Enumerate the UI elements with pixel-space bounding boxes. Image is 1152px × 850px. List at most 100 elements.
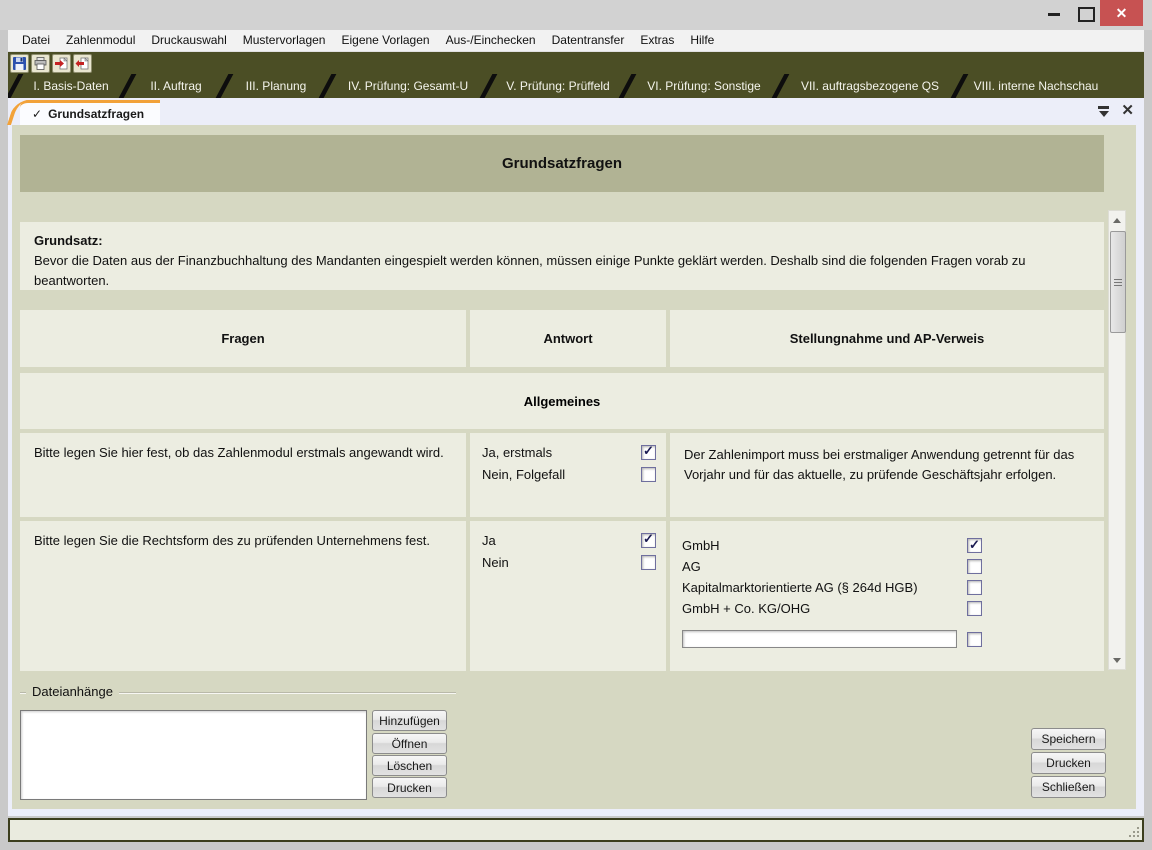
menu-druckauswahl[interactable]: Druckauswahl [143,30,234,51]
tab-separator [621,74,634,98]
checkout-document-icon [75,56,90,71]
tab-separator [953,74,966,98]
option-ag-checkbox[interactable] [967,559,982,574]
answer-label: Ja [482,533,496,548]
attachments-listbox[interactable] [20,710,367,800]
answer-label: Nein, Folgefall [482,467,565,482]
tab-separator [218,74,231,98]
option-label: GmbH [682,538,720,553]
option-kapitalmarkt-ag-checkbox[interactable] [967,580,982,595]
close-button[interactable]: ✕ [1100,0,1143,26]
custom-option-line [682,630,982,648]
minimize-button[interactable] [1040,2,1068,26]
option-gmbh-co-kg-checkbox[interactable] [967,601,982,616]
tab-list-dropdown-icon[interactable] [1098,106,1109,117]
toolbar [8,52,1144,74]
maximize-icon [1078,7,1095,22]
checkin-button[interactable] [52,54,71,73]
option-label: AG [682,559,701,574]
tab-separator [482,74,495,98]
tab-auftragsbezogene-qs[interactable]: VII. auftragsbezogene QS [787,74,953,98]
scroll-up-icon[interactable] [1109,212,1125,228]
intro-text: Bevor die Daten aus der Finanzbuchhaltun… [34,253,1026,288]
attachment-print-button[interactable]: Drucken [372,777,447,798]
custom-legal-form-checkbox[interactable] [967,632,982,647]
row2-options: GmbH AG Kapitalmarktorientierte AG (§ 26… [670,521,1104,671]
print-icon [33,56,48,71]
section-title-allgemeines: Allgemeines [20,373,1104,429]
content-area: Grundsatzfragen Grundsatz: Bevor die Dat… [12,125,1136,809]
custom-legal-form-input[interactable] [682,630,957,648]
option-gmbh-checkbox[interactable] [967,538,982,553]
tab-pruefung-sonstige[interactable]: VI. Prüfung: Sonstige [634,74,774,98]
row1-note: Der Zahlenimport muss bei erstmaliger An… [670,433,1104,517]
vertical-scrollbar[interactable] [1108,210,1126,670]
option-line: GmbH + Co. KG/OHG [682,598,982,619]
document-panel: ✓ Grundsatzfragen ✕ Grundsatzfragen Grun… [8,98,1144,816]
row1-answer-ja-checkbox[interactable] [641,445,656,460]
menu-hilfe[interactable]: Hilfe [682,30,722,51]
maximize-button[interactable] [1072,2,1100,26]
row2-answer-ja-checkbox[interactable] [641,533,656,548]
intro-box: Grundsatz: Bevor die Daten aus der Finan… [20,222,1104,290]
option-label: Kapitalmarktorientierte AG (§ 264d HGB) [682,580,918,595]
row1-answer-nein-checkbox[interactable] [641,467,656,482]
tab-pruefung-prueffeld[interactable]: V. Prüfung: Prüffeld [495,74,621,98]
save-button[interactable] [10,54,29,73]
tab-separator [8,74,21,98]
row1-question: Bitte legen Sie hier fest, ob das Zahlen… [20,433,466,517]
attachment-open-button[interactable]: Öffnen [372,733,447,754]
column-header-fragen: Fragen [20,310,466,367]
tab-pruefung-gesamt-u[interactable]: IV. Prüfung: Gesamt-U [334,74,482,98]
option-label: GmbH + Co. KG/OHG [682,601,810,616]
answer-label: Ja, erstmals [482,445,552,460]
answer-line: Nein, Folgefall [482,463,656,485]
option-line: Kapitalmarktorientierte AG (§ 264d HGB) [682,577,982,598]
row1-answers: Ja, erstmals Nein, Folgefall [470,433,666,517]
panel-close-icon[interactable]: ✕ [1121,103,1134,119]
subtab-grundsatzfragen[interactable]: ✓ Grundsatzfragen [20,100,160,125]
save-icon [12,56,27,71]
main-tab-bar: I. Basis-Daten II. Auftrag III. Planung … [8,74,1144,98]
menu-zahlenmodul[interactable]: Zahlenmodul [58,30,143,51]
close-document-button[interactable]: Schließen [1031,776,1106,798]
scrollbar-thumb[interactable] [1110,231,1126,333]
tab-auftrag[interactable]: II. Auftrag [134,74,218,98]
tab-basis-daten[interactable]: I. Basis-Daten [21,74,121,98]
menu-eigene-vorlagen[interactable]: Eigene Vorlagen [333,30,437,51]
scroll-down-icon[interactable] [1109,652,1125,668]
intro-heading: Grundsatz: [34,231,1090,251]
close-icon: ✕ [1116,5,1128,22]
tab-interne-nachschau[interactable]: VIII. interne Nachschau [966,74,1106,98]
legal-form-options: GmbH AG Kapitalmarktorientierte AG (§ 26… [670,521,1104,648]
tab-planung[interactable]: III. Planung [231,74,321,98]
title-bar: ✕ [0,0,1152,30]
answer-line: Nein [482,551,656,573]
minimize-icon [1048,13,1060,16]
menu-extras[interactable]: Extras [632,30,682,51]
attachment-add-button[interactable]: Hinzufügen [372,710,447,731]
tab-separator [121,74,134,98]
menu-mustervorlagen[interactable]: Mustervorlagen [235,30,334,51]
resize-grip[interactable] [1127,825,1139,837]
option-line: GmbH [682,535,982,556]
row2-question: Bitte legen Sie die Rechtsform des zu pr… [20,521,466,671]
row2-answer-nein-checkbox[interactable] [641,555,656,570]
status-bar [8,818,1144,842]
row2-answers: Ja Nein [470,521,666,671]
tab-separator [321,74,334,98]
column-header-antwort: Antwort [470,310,666,367]
answer-line: Ja, erstmals [482,441,656,463]
checkin-document-icon [54,56,69,71]
print-button[interactable] [31,54,50,73]
menu-aus-einchecken[interactable]: Aus-/Einchecken [438,30,544,51]
menu-datei[interactable]: Datei [14,30,58,51]
answer-line: Ja [482,529,656,551]
print-document-button[interactable]: Drucken [1031,752,1106,774]
menu-datentransfer[interactable]: Datentransfer [544,30,633,51]
checkout-button[interactable] [73,54,92,73]
subtab-label: Grundsatzfragen [48,107,144,121]
column-header-stellungnahme: Stellungnahme und AP-Verweis [670,310,1104,367]
save-document-button[interactable]: Speichern [1031,728,1106,750]
attachment-delete-button[interactable]: Löschen [372,755,447,776]
